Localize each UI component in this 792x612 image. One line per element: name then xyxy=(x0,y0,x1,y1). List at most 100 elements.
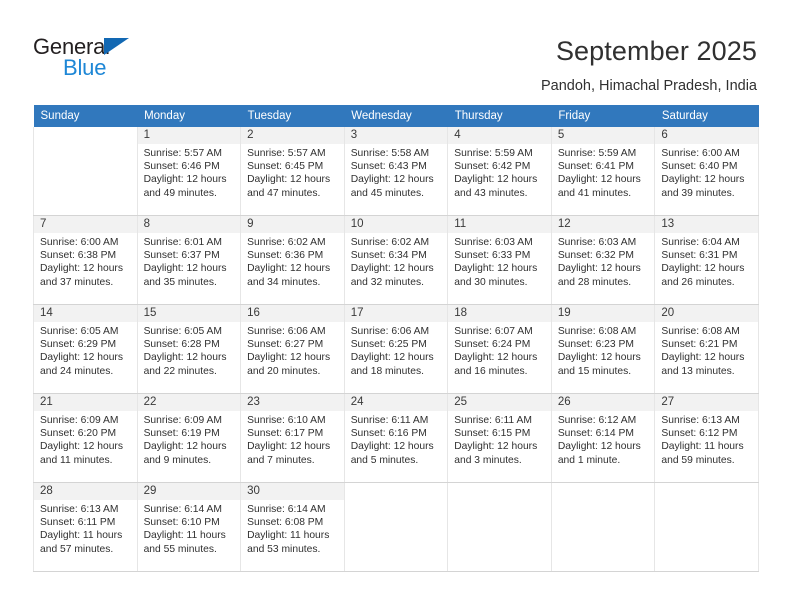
daylight-text-line1: Daylight: 11 hours xyxy=(661,441,744,453)
day-cell[interactable]: 28 Sunrise: 6:13 AM Sunset: 6:11 PM Dayl… xyxy=(33,482,138,572)
weekday-header-thursday: Thursday xyxy=(447,105,552,127)
sunset-text: Sunset: 6:29 PM xyxy=(40,339,117,351)
day-cell[interactable]: 11 Sunrise: 6:03 AM Sunset: 6:33 PM Dayl… xyxy=(447,215,552,305)
daylight-text-line2: and 13 minutes. xyxy=(661,365,735,377)
sunrise-text: Sunrise: 6:02 AM xyxy=(247,237,326,248)
daylight-text-line1: Daylight: 12 hours xyxy=(143,441,227,453)
day-cell-inner: 14 Sunrise: 6:05 AM Sunset: 6:29 PM Dayl… xyxy=(34,305,137,393)
daylight-text-line2: and 59 minutes. xyxy=(661,454,735,466)
logo-text-blue: Blue xyxy=(63,55,107,80)
day-cell[interactable]: 8 Sunrise: 6:01 AM Sunset: 6:37 PM Dayli… xyxy=(136,215,242,305)
day-cell[interactable]: 7 Sunrise: 6:00 AM Sunset: 6:38 PM Dayli… xyxy=(33,215,138,305)
day-cell[interactable]: 22 Sunrise: 6:09 AM Sunset: 6:19 PM Dayl… xyxy=(136,393,242,483)
day-cell-inner: 3 Sunrise: 5:58 AM Sunset: 6:43 PM Dayli… xyxy=(344,127,448,215)
day-info: Sunrise: 6:00 AM Sunset: 6:38 PM Dayligh… xyxy=(34,233,137,289)
day-number: 20 xyxy=(655,305,758,322)
day-cell-inner xyxy=(34,127,137,215)
daylight-text-line1: Daylight: 12 hours xyxy=(661,263,745,275)
day-cell-inner: 22 Sunrise: 6:09 AM Sunset: 6:19 PM Dayl… xyxy=(137,394,241,482)
day-info: Sunrise: 6:09 AM Sunset: 6:19 PM Dayligh… xyxy=(138,411,241,467)
day-cell-inner: 6 Sunrise: 6:00 AM Sunset: 6:40 PM Dayli… xyxy=(655,127,758,215)
day-cell[interactable]: 26 Sunrise: 6:12 AM Sunset: 6:14 PM Dayl… xyxy=(550,393,656,483)
day-cell[interactable]: 13 Sunrise: 6:04 AM Sunset: 6:31 PM Dayl… xyxy=(654,215,759,305)
day-number: 24 xyxy=(344,394,448,411)
weekday-header-friday: Friday xyxy=(551,105,655,127)
day-number: 10 xyxy=(344,216,448,233)
day-number: 28 xyxy=(34,483,137,500)
sunset-text: Sunset: 6:27 PM xyxy=(247,339,324,351)
day-number: 17 xyxy=(344,305,448,322)
calendar-week-row: 28 Sunrise: 6:13 AM Sunset: 6:11 PM Dayl… xyxy=(33,482,759,572)
day-cell[interactable]: 23 Sunrise: 6:10 AM Sunset: 6:17 PM Dayl… xyxy=(240,393,345,483)
sunrise-text: Sunrise: 5:59 AM xyxy=(454,148,533,159)
day-number xyxy=(551,483,655,500)
sunrise-text: Sunrise: 6:00 AM xyxy=(661,148,740,159)
day-cell[interactable]: 14 Sunrise: 6:05 AM Sunset: 6:29 PM Dayl… xyxy=(33,304,138,394)
day-cell[interactable]: 9 Sunrise: 6:02 AM Sunset: 6:36 PM Dayli… xyxy=(240,215,345,305)
sunrise-text: Sunrise: 6:09 AM xyxy=(40,415,119,426)
day-info: Sunrise: 6:10 AM Sunset: 6:17 PM Dayligh… xyxy=(241,411,344,467)
calendar-page: General Blue September 2025 Pandoh, Hima… xyxy=(0,0,792,612)
day-cell[interactable]: 12 Sunrise: 6:03 AM Sunset: 6:32 PM Dayl… xyxy=(550,215,656,305)
day-cell[interactable]: 5 Sunrise: 5:59 AM Sunset: 6:41 PM Dayli… xyxy=(550,127,656,216)
day-cell[interactable]: 6 Sunrise: 6:00 AM Sunset: 6:40 PM Dayli… xyxy=(654,127,759,216)
sunrise-text: Sunrise: 6:01 AM xyxy=(143,237,222,248)
daylight-text-line2: and 26 minutes. xyxy=(661,276,735,288)
day-cell[interactable]: 25 Sunrise: 6:11 AM Sunset: 6:15 PM Dayl… xyxy=(447,393,552,483)
day-info: Sunrise: 6:09 AM Sunset: 6:20 PM Dayligh… xyxy=(34,411,137,467)
day-number xyxy=(655,483,758,500)
daylight-text-line1: Daylight: 12 hours xyxy=(247,174,331,186)
day-info: Sunrise: 6:06 AM Sunset: 6:25 PM Dayligh… xyxy=(345,322,448,378)
day-cell[interactable]: 3 Sunrise: 5:58 AM Sunset: 6:43 PM Dayli… xyxy=(343,127,449,216)
daylight-text-line1: Daylight: 12 hours xyxy=(454,441,538,453)
day-cell[interactable]: 27 Sunrise: 6:13 AM Sunset: 6:12 PM Dayl… xyxy=(654,393,759,483)
day-cell-empty xyxy=(550,482,656,572)
day-cell[interactable]: 20 Sunrise: 6:08 AM Sunset: 6:21 PM Dayl… xyxy=(654,304,759,394)
daylight-text-line2: and 43 minutes. xyxy=(454,187,528,199)
day-info: Sunrise: 6:05 AM Sunset: 6:29 PM Dayligh… xyxy=(34,322,137,378)
daylight-text-line1: Daylight: 12 hours xyxy=(350,263,434,275)
day-cell[interactable]: 16 Sunrise: 6:06 AM Sunset: 6:27 PM Dayl… xyxy=(240,304,345,394)
day-cell[interactable]: 30 Sunrise: 6:14 AM Sunset: 6:08 PM Dayl… xyxy=(240,482,345,572)
day-info: Sunrise: 6:11 AM Sunset: 6:15 PM Dayligh… xyxy=(448,411,551,467)
day-cell[interactable]: 1 Sunrise: 5:57 AM Sunset: 6:46 PM Dayli… xyxy=(136,127,242,216)
day-cell[interactable]: 18 Sunrise: 6:07 AM Sunset: 6:24 PM Dayl… xyxy=(447,304,552,394)
day-info: Sunrise: 6:04 AM Sunset: 6:31 PM Dayligh… xyxy=(655,233,758,289)
day-number: 18 xyxy=(448,305,551,322)
generalblue-logo[interactable]: General Blue xyxy=(33,34,233,86)
day-cell-inner: 21 Sunrise: 6:09 AM Sunset: 6:20 PM Dayl… xyxy=(34,394,137,482)
day-cell[interactable]: 17 Sunrise: 6:06 AM Sunset: 6:25 PM Dayl… xyxy=(343,304,449,394)
day-cell[interactable]: 2 Sunrise: 5:57 AM Sunset: 6:45 PM Dayli… xyxy=(240,127,345,216)
sunset-text: Sunset: 6:43 PM xyxy=(350,161,427,173)
sunrise-text: Sunrise: 6:00 AM xyxy=(40,237,119,248)
sunset-text: Sunset: 6:08 PM xyxy=(247,517,324,529)
day-info: Sunrise: 6:13 AM Sunset: 6:11 PM Dayligh… xyxy=(34,500,137,556)
day-cell[interactable]: 4 Sunrise: 5:59 AM Sunset: 6:42 PM Dayli… xyxy=(447,127,552,216)
day-number: 29 xyxy=(137,483,241,500)
sunrise-text: Sunrise: 5:59 AM xyxy=(557,148,637,159)
day-number: 1 xyxy=(137,127,241,144)
daylight-text-line1: Daylight: 12 hours xyxy=(557,174,641,186)
page-subtitle: Pandoh, Himachal Pradesh, India xyxy=(540,78,757,94)
daylight-text-line2: and 57 minutes. xyxy=(40,543,114,555)
day-info: Sunrise: 6:01 AM Sunset: 6:37 PM Dayligh… xyxy=(138,233,241,289)
day-cell-inner: 9 Sunrise: 6:02 AM Sunset: 6:36 PM Dayli… xyxy=(241,216,344,304)
day-number xyxy=(34,127,137,144)
triangle-icon xyxy=(104,38,129,55)
daylight-text-line1: Daylight: 12 hours xyxy=(557,441,641,453)
day-cell[interactable]: 19 Sunrise: 6:08 AM Sunset: 6:23 PM Dayl… xyxy=(550,304,656,394)
day-info: Sunrise: 5:58 AM Sunset: 6:43 PM Dayligh… xyxy=(345,144,448,200)
day-cell[interactable]: 29 Sunrise: 6:14 AM Sunset: 6:10 PM Dayl… xyxy=(136,482,242,572)
daylight-text-line2: and 3 minutes. xyxy=(454,454,522,466)
sunset-text: Sunset: 6:37 PM xyxy=(143,250,220,262)
day-cell-inner: 5 Sunrise: 5:59 AM Sunset: 6:41 PM Dayli… xyxy=(551,127,655,215)
day-cell[interactable]: 21 Sunrise: 6:09 AM Sunset: 6:20 PM Dayl… xyxy=(33,393,138,483)
day-cell[interactable]: 24 Sunrise: 6:11 AM Sunset: 6:16 PM Dayl… xyxy=(343,393,449,483)
day-cell xyxy=(33,127,138,216)
day-info: Sunrise: 6:14 AM Sunset: 6:08 PM Dayligh… xyxy=(241,500,344,556)
day-cell[interactable]: 10 Sunrise: 6:02 AM Sunset: 6:34 PM Dayl… xyxy=(343,215,449,305)
day-cell[interactable]: 15 Sunrise: 6:05 AM Sunset: 6:28 PM Dayl… xyxy=(136,304,242,394)
day-number: 11 xyxy=(448,216,551,233)
daylight-text-line1: Daylight: 12 hours xyxy=(661,174,745,186)
day-cell-inner: 17 Sunrise: 6:06 AM Sunset: 6:25 PM Dayl… xyxy=(344,305,448,393)
